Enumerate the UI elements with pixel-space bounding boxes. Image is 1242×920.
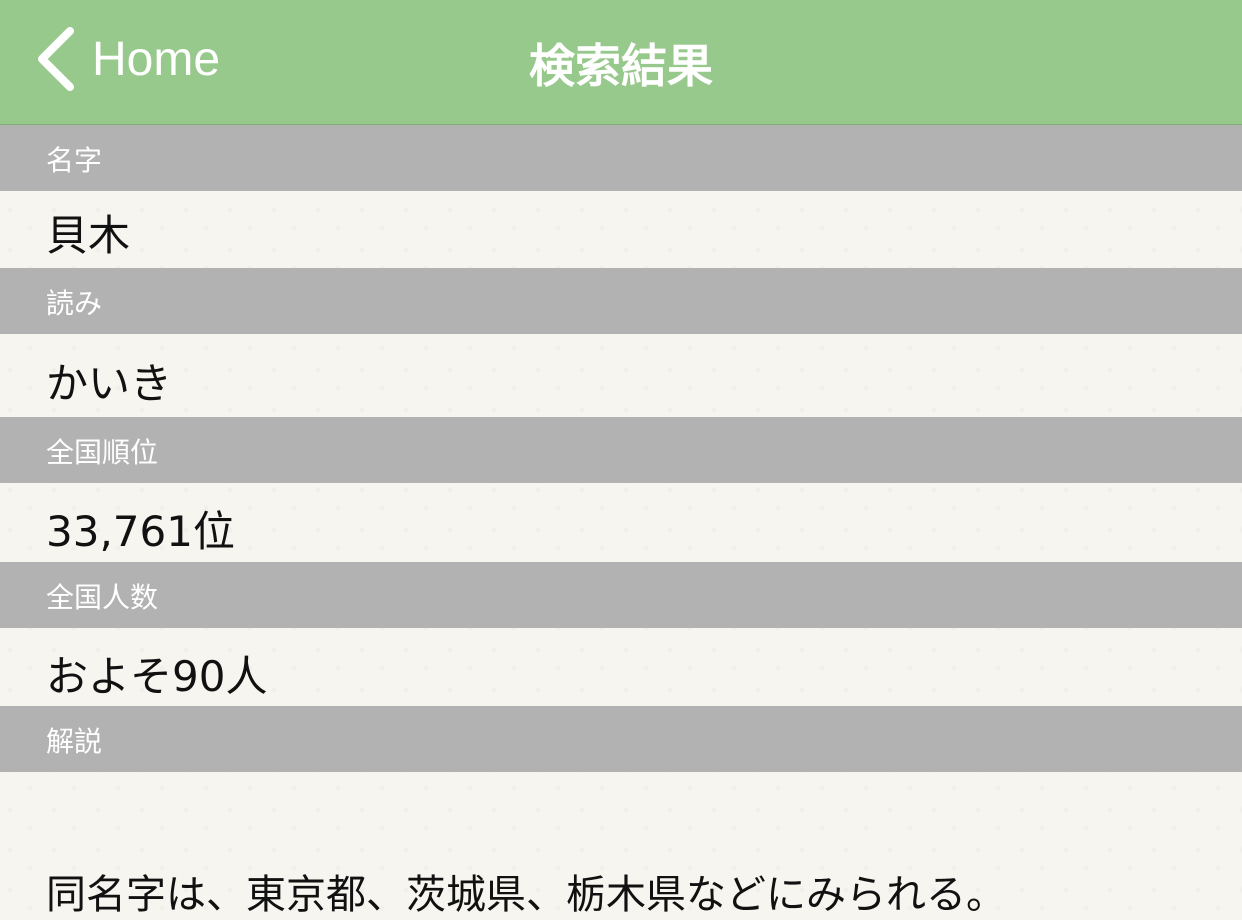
section-header-reading: 読み: [0, 268, 1242, 334]
section-header-population: 全国人数: [0, 562, 1242, 628]
reading-value: かいき: [46, 359, 173, 408]
population-value: およそ90人: [46, 652, 268, 701]
section-label-rank: 全国順位: [46, 436, 159, 469]
surname-value: 貝木: [46, 211, 131, 260]
rank-value: 33,761位: [46, 507, 235, 556]
navigation-bar: Home 検索結果: [0, 0, 1242, 125]
section-label-reading: 読み: [46, 287, 103, 320]
section-label-surname: 名字: [46, 144, 103, 177]
section-label-description: 解説: [46, 725, 103, 758]
description-text: 同名字は、東京都、茨城県、栃木県などにみられる。: [46, 872, 1006, 918]
section-label-population: 全国人数: [46, 581, 159, 614]
page-title: 検索結果: [529, 39, 713, 93]
section-header-description: 解説: [0, 706, 1242, 772]
section-header-surname: 名字: [0, 125, 1242, 191]
section-header-rank: 全国順位: [0, 417, 1242, 483]
